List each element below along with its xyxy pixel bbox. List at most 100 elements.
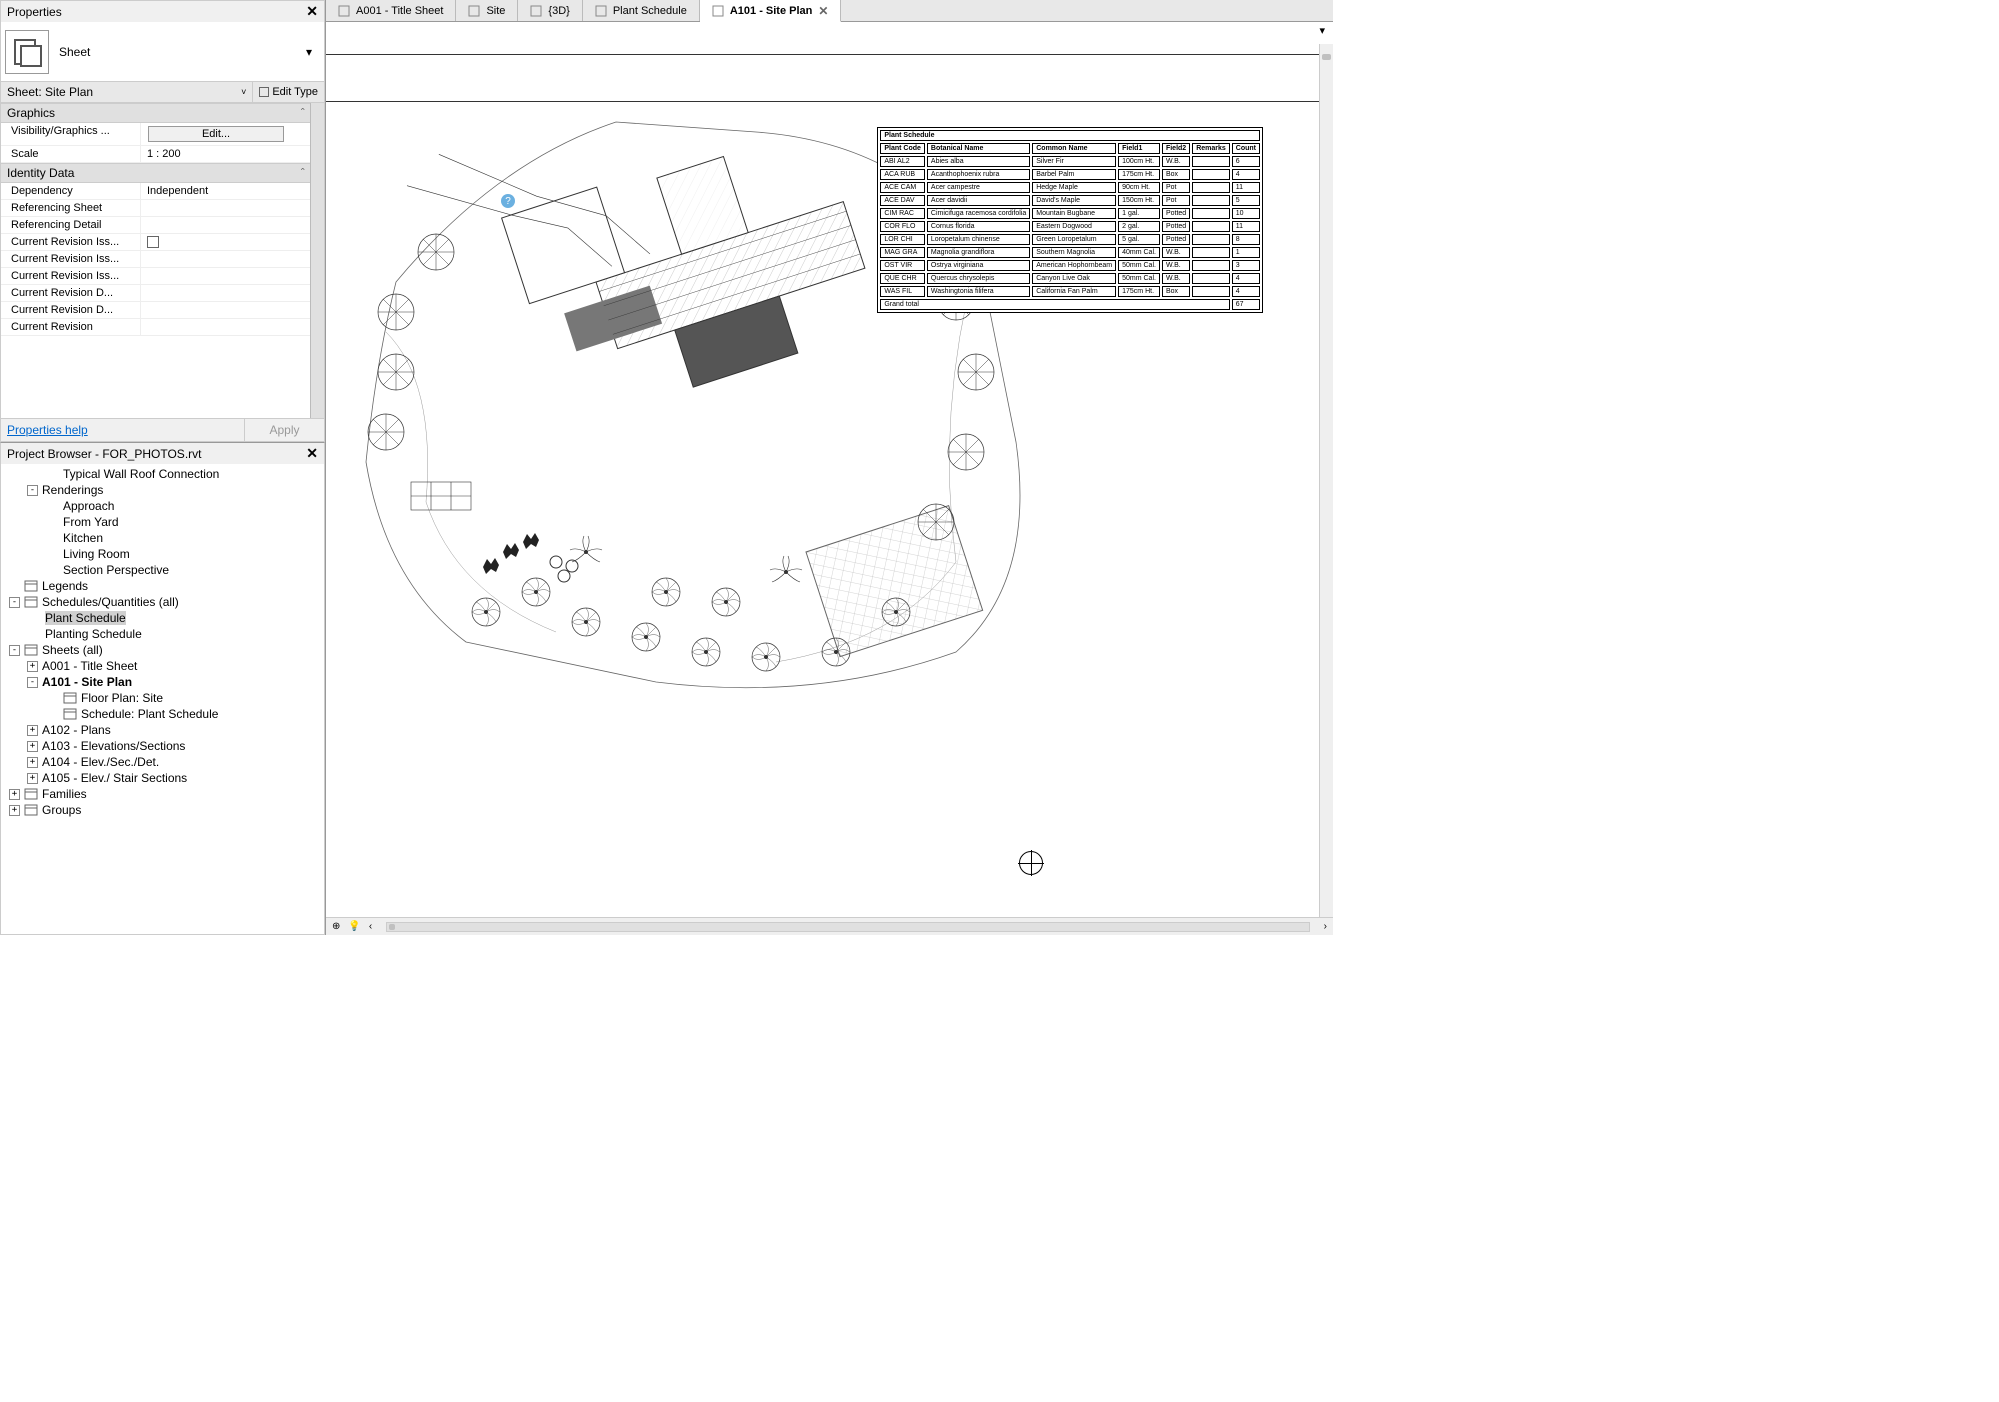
expand-icon[interactable]: + xyxy=(9,805,20,816)
browser-header[interactable]: Project Browser - FOR_PHOTOS.rvt ✕ xyxy=(1,443,324,464)
view-tab[interactable]: A101 - Site Plan✕ xyxy=(700,0,842,22)
property-value[interactable] xyxy=(141,200,310,216)
property-value[interactable]: Independent xyxy=(141,183,310,199)
schedule-cell: 4 xyxy=(1232,169,1260,180)
expand-icon[interactable]: + xyxy=(27,773,38,784)
tree-item[interactable]: -Sheets (all) xyxy=(1,642,324,658)
property-value[interactable] xyxy=(141,251,310,267)
tree-item[interactable]: -A101 - Site Plan xyxy=(1,674,324,690)
sheet-icon xyxy=(24,644,38,656)
schedule-header: Botanical Name xyxy=(927,143,1030,154)
tree-item[interactable]: Floor Plan: Site xyxy=(1,690,324,706)
property-group-header[interactable]: Identity Data xyxy=(1,163,310,183)
property-group-header[interactable]: Graphics xyxy=(1,103,310,123)
tree-item[interactable]: +Families xyxy=(1,786,324,802)
tree-item[interactable]: Approach xyxy=(1,498,324,514)
property-row[interactable]: Current Revision xyxy=(1,319,310,336)
close-icon[interactable]: ✕ xyxy=(818,4,828,18)
steering-wheel-icon[interactable]: ⊕ xyxy=(332,921,340,932)
edit-type-button[interactable]: Edit Type xyxy=(253,83,324,101)
tree-item[interactable]: Section Perspective xyxy=(1,562,324,578)
expand-icon[interactable]: + xyxy=(27,741,38,752)
properties-scrollbar[interactable] xyxy=(310,103,324,418)
schedule-row: COR FLOCornus floridaEastern Dogwood2 ga… xyxy=(880,221,1260,232)
properties-header[interactable]: Properties ✕ xyxy=(1,1,324,22)
view-tab[interactable]: Site xyxy=(456,0,518,21)
tree-item[interactable]: Living Room xyxy=(1,546,324,562)
vertical-scrollbar[interactable] xyxy=(1319,44,1333,917)
tree-item[interactable]: Plant Schedule xyxy=(1,610,324,626)
scroll-left-icon[interactable]: ‹ xyxy=(369,921,372,932)
property-row[interactable]: Referencing Sheet xyxy=(1,200,310,217)
help-tooltip-icon[interactable]: ? xyxy=(501,194,515,208)
property-value[interactable] xyxy=(141,285,310,301)
drawing-canvas[interactable]: ? Plant Schedule Plant CodeBotanical Nam… xyxy=(326,22,1333,935)
view-tab[interactable]: A001 - Title Sheet xyxy=(326,0,456,21)
property-value[interactable] xyxy=(141,234,310,250)
properties-grid[interactable]: GraphicsVisibility/Graphics ...Edit...Sc… xyxy=(1,103,310,418)
horizontal-scrollbar[interactable] xyxy=(386,922,1309,932)
tree-item[interactable]: +A105 - Elev./ Stair Sections xyxy=(1,770,324,786)
expand-icon[interactable]: + xyxy=(9,789,20,800)
tree-item[interactable]: +Groups xyxy=(1,802,324,818)
tree-item[interactable]: Legends xyxy=(1,578,324,594)
instance-selector[interactable]: Sheet: Site Plan ˅ xyxy=(1,82,253,102)
tree-item[interactable]: Kitchen xyxy=(1,530,324,546)
expand-icon[interactable]: + xyxy=(27,757,38,768)
tree-item[interactable]: -Schedules/Quantities (all) xyxy=(1,594,324,610)
property-row[interactable]: Current Revision D... xyxy=(1,285,310,302)
lightbulb-icon[interactable]: 💡 xyxy=(348,921,360,932)
collapse-icon[interactable]: - xyxy=(9,597,20,608)
view-tab[interactable]: {3D} xyxy=(518,0,582,21)
checkbox[interactable] xyxy=(147,236,159,248)
tree-item[interactable]: +A103 - Elevations/Sections xyxy=(1,738,324,754)
apply-button[interactable]: Apply xyxy=(244,419,324,441)
property-value[interactable] xyxy=(141,302,310,318)
schedule-row: OST VIROstrya virginianaAmerican Hophorn… xyxy=(880,260,1260,271)
schedule-cell: ACE DAV xyxy=(880,195,925,206)
property-row[interactable]: Current Revision D... xyxy=(1,302,310,319)
schedule-cell: 175cm Ht. xyxy=(1118,169,1160,180)
collapse-icon[interactable]: - xyxy=(9,645,20,656)
property-row[interactable]: Current Revision Iss... xyxy=(1,234,310,251)
schedule-cell: COR FLO xyxy=(880,221,925,232)
property-row[interactable]: DependencyIndependent xyxy=(1,183,310,200)
property-row[interactable]: Current Revision Iss... xyxy=(1,268,310,285)
property-row[interactable]: Visibility/Graphics ...Edit... xyxy=(1,123,310,146)
tab-overflow-button[interactable]: ▾ xyxy=(1313,24,1331,37)
expand-icon[interactable]: + xyxy=(27,725,38,736)
tree-item[interactable]: +A104 - Elev./Sec./Det. xyxy=(1,754,324,770)
collapse-icon[interactable]: - xyxy=(27,677,38,688)
tree-item[interactable]: From Yard xyxy=(1,514,324,530)
schedule-cell: 50mm Cal. xyxy=(1118,273,1160,284)
property-value[interactable] xyxy=(141,319,310,335)
expand-icon[interactable]: + xyxy=(27,661,38,672)
property-row[interactable]: Referencing Detail xyxy=(1,217,310,234)
view-tab[interactable]: Plant Schedule xyxy=(583,0,700,21)
property-value[interactable] xyxy=(141,217,310,233)
browser-tree[interactable]: Typical Wall Roof Connection-RenderingsA… xyxy=(1,464,324,934)
close-icon[interactable]: ✕ xyxy=(306,3,318,20)
collapse-icon[interactable]: - xyxy=(27,485,38,496)
property-value[interactable] xyxy=(141,268,310,284)
scroll-right-icon[interactable]: › xyxy=(1324,921,1327,932)
tree-item[interactable]: -Renderings xyxy=(1,482,324,498)
type-selector[interactable]: Sheet ▾ xyxy=(59,45,320,59)
properties-help-link[interactable]: Properties help xyxy=(1,419,244,441)
tree-item[interactable]: +A102 - Plans xyxy=(1,722,324,738)
plan-icon xyxy=(468,5,480,17)
north-arrow-icon xyxy=(1019,851,1043,875)
tree-item[interactable]: Typical Wall Roof Connection xyxy=(1,466,324,482)
tree-item[interactable]: Planting Schedule xyxy=(1,626,324,642)
property-row[interactable]: Scale1 : 200 xyxy=(1,146,310,163)
property-value[interactable]: 1 : 200 xyxy=(141,146,310,162)
tree-item[interactable]: +A001 - Title Sheet xyxy=(1,658,324,674)
close-icon[interactable]: ✕ xyxy=(306,445,318,462)
property-value[interactable]: Edit... xyxy=(141,123,310,145)
edit-button[interactable]: Edit... xyxy=(148,126,284,142)
instance-name: Sheet: Site Plan xyxy=(7,85,93,99)
schedule-cell: Barbel Palm xyxy=(1032,169,1116,180)
tree-item[interactable]: Schedule: Plant Schedule xyxy=(1,706,324,722)
sched-icon xyxy=(24,596,38,608)
property-row[interactable]: Current Revision Iss... xyxy=(1,251,310,268)
